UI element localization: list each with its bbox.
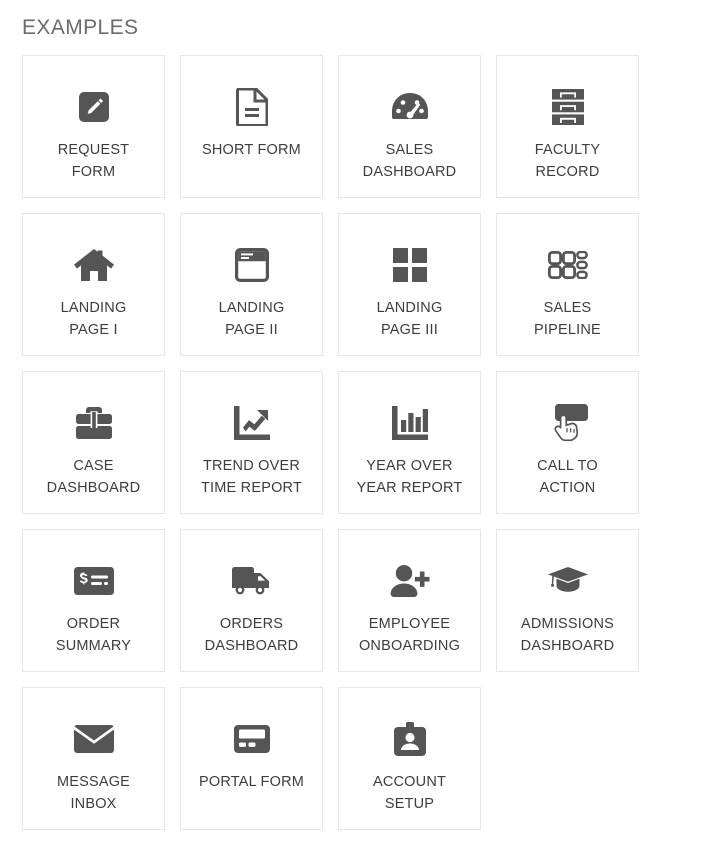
example-card[interactable]: LANDING PAGE III: [338, 213, 481, 356]
example-card-label: LANDING PAGE III: [376, 300, 443, 338]
example-card[interactable]: LANDING PAGE I: [22, 213, 165, 356]
pipeline-grid-icon: [540, 243, 596, 287]
example-card[interactable]: TREND OVER TIME REPORT: [180, 371, 323, 514]
example-card-label: SHORT FORM: [202, 142, 301, 158]
example-card-label: ORDERS DASHBOARD: [204, 616, 299, 654]
example-card-label: PORTAL FORM: [198, 774, 305, 790]
example-card[interactable]: FACULTY RECORD: [496, 55, 639, 198]
example-card[interactable]: YEAR OVER YEAR REPORT: [338, 371, 481, 514]
browser-window-icon: [224, 243, 280, 287]
example-card-label: REQUEST FORM: [57, 142, 130, 180]
graduation-cap-icon: [540, 559, 596, 603]
pencil-square-icon: [66, 85, 122, 129]
example-card[interactable]: CASE DASHBOARD: [22, 371, 165, 514]
example-card[interactable]: SALES PIPELINE: [496, 213, 639, 356]
button-click-hand-icon: [540, 401, 596, 445]
example-card-label: SALES PIPELINE: [534, 300, 601, 338]
bar-chart-icon: [382, 401, 438, 445]
example-card-label: LANDING PAGE I: [60, 300, 127, 338]
example-card-label: SALES DASHBOARD: [362, 142, 457, 180]
document-lines-icon: [224, 85, 280, 129]
example-card[interactable]: ADMISSIONS DASHBOARD: [496, 529, 639, 672]
example-card[interactable]: SALES DASHBOARD: [338, 55, 481, 198]
example-card[interactable]: LANDING PAGE II: [180, 213, 323, 356]
example-card[interactable]: ORDER SUMMARY: [22, 529, 165, 672]
example-card-label: ACCOUNT SETUP: [372, 774, 447, 812]
example-card[interactable]: ACCOUNT SETUP: [338, 687, 481, 830]
gauge-icon: [382, 85, 438, 129]
example-card-label: MESSAGE INBOX: [56, 774, 131, 812]
example-card[interactable]: PORTAL FORM: [180, 687, 323, 830]
example-card-label: EMPLOYEE ONBOARDING: [358, 616, 461, 654]
envelope-icon: [66, 717, 122, 761]
page-title: EXAMPLES: [22, 16, 139, 39]
id-badge-icon: [382, 717, 438, 761]
example-card-label: LANDING PAGE II: [218, 300, 285, 338]
home-icon: [66, 243, 122, 287]
receipt-dollar-icon: [66, 559, 122, 603]
delivery-truck-icon: [224, 559, 280, 603]
example-card-label: ADMISSIONS DASHBOARD: [520, 616, 615, 654]
example-card[interactable]: EMPLOYEE ONBOARDING: [338, 529, 481, 672]
briefcase-icon: [66, 401, 122, 445]
example-card-label: CASE DASHBOARD: [46, 458, 141, 496]
example-card[interactable]: REQUEST FORM: [22, 55, 165, 198]
user-plus-icon: [382, 559, 438, 603]
filing-cabinet-icon: [540, 85, 596, 129]
example-card-label: ORDER SUMMARY: [55, 616, 132, 654]
four-squares-grid-icon: [382, 243, 438, 287]
example-card-label: CALL TO ACTION: [537, 458, 598, 496]
line-chart-arrow-icon: [224, 401, 280, 445]
examples-page: EXAMPLES REQUEST FORM SHORT FORM SALES D…: [0, 0, 706, 830]
example-card[interactable]: CALL TO ACTION: [496, 371, 639, 514]
example-card-label: YEAR OVER YEAR REPORT: [356, 458, 463, 496]
example-card[interactable]: MESSAGE INBOX: [22, 687, 165, 830]
examples-grid: REQUEST FORM SHORT FORM SALES DASHBOARD …: [0, 42, 672, 830]
example-card[interactable]: ORDERS DASHBOARD: [180, 529, 323, 672]
example-card-label: TREND OVER TIME REPORT: [200, 458, 303, 496]
card-form-icon: [224, 717, 280, 761]
example-card[interactable]: SHORT FORM: [180, 55, 323, 198]
example-card-label: FACULTY RECORD: [534, 142, 601, 180]
